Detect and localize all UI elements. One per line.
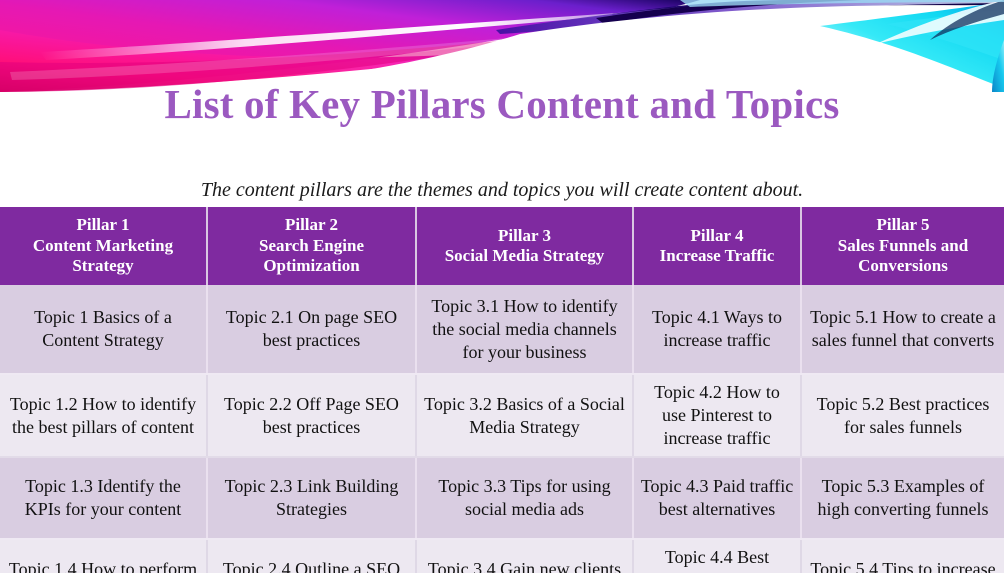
pillar-2-number: Pillar 2 <box>284 215 339 235</box>
pillars-table: Pillar 1 Content Marketing Strategy Pill… <box>0 207 1004 573</box>
pillar-4-number: Pillar 4 <box>690 225 744 245</box>
topic-cell: Topic 3.2 Basics of a Social Media Strat… <box>416 374 634 458</box>
column-header-pillar-4: Pillar 4 Increase Traffic <box>633 207 802 285</box>
pillar-5-number: Pillar 5 <box>876 215 930 235</box>
pillar-2-name: Search Engine Optimization <box>258 235 364 276</box>
topic-cell: Topic 2.4 Outline a SEO Strategy <box>207 539 417 573</box>
page-subtitle: The content pillars are the themes and t… <box>200 179 804 201</box>
pillar-5-name: Sales Funnels and Conversions <box>837 235 969 276</box>
slide-page: List of Key Pillars Content and Topics T… <box>0 0 1004 573</box>
column-header-pillar-3: Pillar 3 Social Media Strategy <box>416 207 634 285</box>
topic-cell: Topic 4.2 How to use Pinterest to increa… <box>633 374 802 458</box>
topic-cell: Topic 5.1 How to create a sales funnel t… <box>801 285 1004 375</box>
column-header-pillar-1: Pillar 1 Content Marketing Strategy <box>0 207 208 285</box>
topic-cell: Topic 2.3 Link Building Strategies <box>207 457 417 540</box>
topic-cell: Topic 3.4 Gain new clients via social me… <box>416 539 634 573</box>
topic-cell: Topic 5.3 Examples of high converting fu… <box>801 457 1004 540</box>
topic-cell: Topic 1.4 How to perform content audit <box>0 539 208 573</box>
topic-cell: Topic 4.1 Ways to increase traffic <box>633 285 802 375</box>
topic-cell: Topic 5.2 Best practices for sales funne… <box>801 374 1004 458</box>
topic-cell: Topic 1 Basics of a Content Strategy <box>0 285 208 375</box>
pillar-1-number: Pillar 1 <box>76 215 130 235</box>
title-block: List of Key Pillars Content and Topics <box>0 78 1004 130</box>
topic-cell: Topic 3.3 Tips for using social media ad… <box>416 457 634 540</box>
topic-cell: Topic 5.4 Tips to increase conversions <box>801 539 1004 573</box>
pillar-4-name: Increase Traffic <box>659 246 775 265</box>
column-header-pillar-2: Pillar 2 Search Engine Optimization <box>207 207 417 285</box>
table-header: Pillar 1 Content Marketing Strategy Pill… <box>0 207 1004 285</box>
topic-cell: Topic 4.4 Best practices for guest posti… <box>633 539 802 573</box>
topic-cell: Topic 1.3 Identify the KPIs for your con… <box>0 457 208 540</box>
table-row: Topic 1.3 Identify the KPIs for your con… <box>0 457 1004 540</box>
pillar-1-name: Content Marketing Strategy <box>32 235 174 276</box>
pillar-3-name: Social Media Strategy <box>444 246 605 265</box>
column-header-pillar-5: Pillar 5 Sales Funnels and Conversions <box>801 207 1004 285</box>
topic-cell: Topic 2.1 On page SEO best practices <box>207 285 417 375</box>
page-title: List of Key Pillars Content and Topics <box>164 81 840 127</box>
table-row: Topic 1 Basics of a Content Strategy Top… <box>0 285 1004 375</box>
topic-cell: Topic 4.3 Paid traffic best alternatives <box>633 457 802 540</box>
topic-cell: Topic 3.1 How to identify the social med… <box>416 285 634 375</box>
pillar-3-number: Pillar 3 <box>497 225 552 245</box>
topic-cell: Topic 1.2 How to identify the best pilla… <box>0 374 208 458</box>
table-body: Topic 1 Basics of a Content Strategy Top… <box>0 285 1004 573</box>
topic-cell: Topic 2.2 Off Page SEO best practices <box>207 374 417 458</box>
table-header-row: Pillar 1 Content Marketing Strategy Pill… <box>0 207 1004 285</box>
table-row: Topic 1.4 How to perform content audit T… <box>0 539 1004 573</box>
table-row: Topic 1.2 How to identify the best pilla… <box>0 374 1004 458</box>
